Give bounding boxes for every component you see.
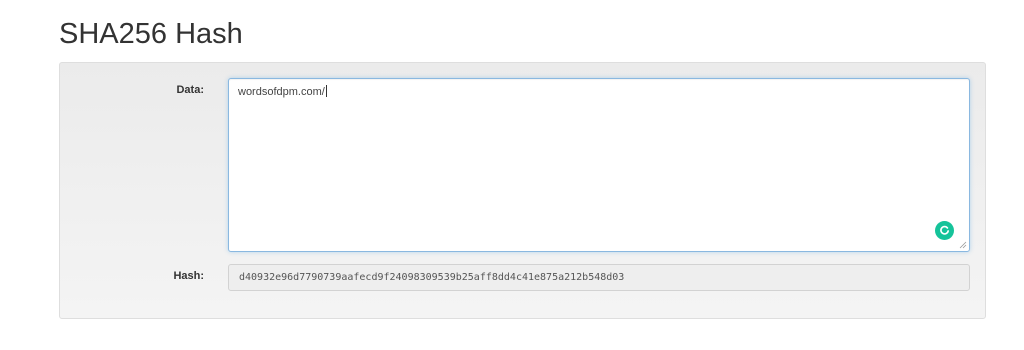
data-value: wordsofdpm.com/	[238, 86, 325, 98]
grammarly-icon[interactable]	[935, 221, 954, 240]
hash-output-field[interactable]: d40932e96d7790739aafecd9f24098309539b25a…	[228, 264, 970, 291]
data-label: Data:	[176, 84, 204, 96]
data-textarea[interactable]: wordsofdpm.com/	[228, 78, 970, 252]
hash-label: Hash:	[173, 270, 204, 282]
page-title: SHA256 Hash	[59, 18, 243, 50]
text-caret	[325, 85, 327, 97]
hash-form-panel: Data: wordsofdpm.com/ Hash: d40932e96d77…	[59, 62, 986, 319]
resize-grip-icon[interactable]	[959, 241, 967, 249]
